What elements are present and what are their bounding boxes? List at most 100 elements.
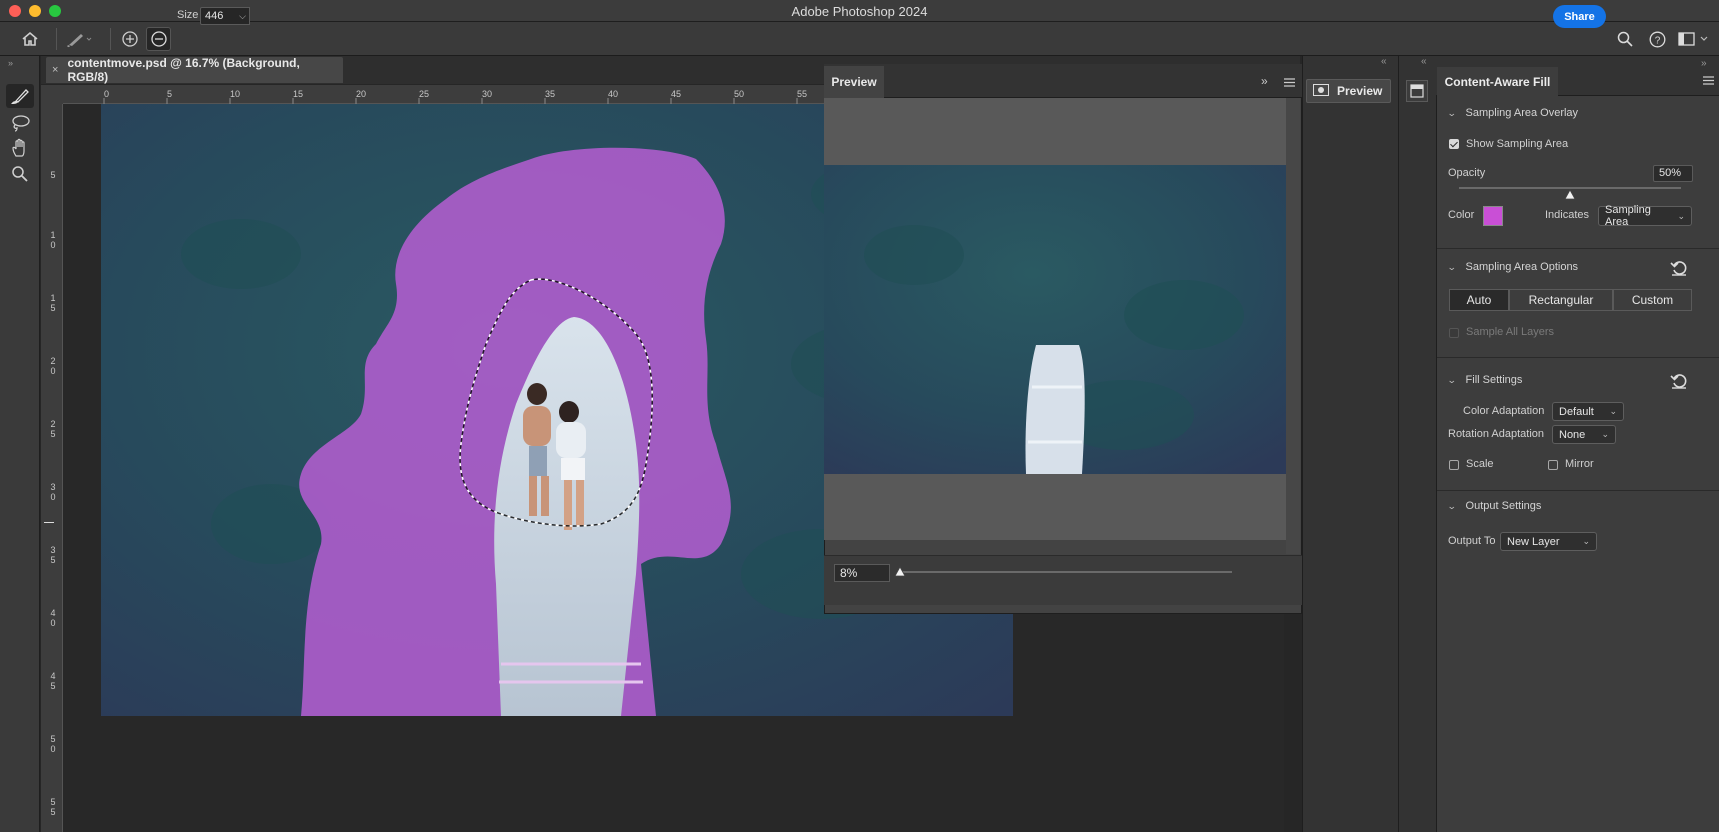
overlay-color-swatch[interactable] <box>1483 206 1503 226</box>
app-title: Adobe Photoshop 2024 <box>791 4 928 19</box>
ruler-marker <box>44 522 54 523</box>
svg-text:?: ? <box>1654 35 1660 46</box>
preview-scrollbar[interactable] <box>1286 98 1300 554</box>
divider <box>1437 357 1719 358</box>
section-sampling-overlay[interactable]: ⌄ Sampling Area Overlay <box>1446 107 1579 119</box>
collapse-panel-icon[interactable]: » <box>1261 74 1268 88</box>
expand-dock-icon[interactable]: « <box>1381 56 1387 67</box>
expand-dock-icon[interactable]: « <box>1421 56 1427 67</box>
preview-image <box>824 165 1286 474</box>
ruler-label: 55 <box>797 89 808 99</box>
preview-dock-button[interactable]: Preview <box>1306 79 1391 103</box>
scale-label: Scale <box>1466 458 1494 470</box>
horizontal-ruler[interactable]: 0 5 10 15 20 25 30 35 40 45 50 55 <box>63 85 824 104</box>
preview-zoom-bar <box>824 555 1302 605</box>
sampling-mode-auto[interactable]: Auto <box>1449 289 1509 311</box>
ruler-label: 25 <box>50 419 56 439</box>
properties-panel-icon[interactable] <box>1406 80 1428 102</box>
section-title: Sampling Area Overlay <box>1465 107 1579 119</box>
chevron-down-icon[interactable]: ⌵ <box>236 7 250 25</box>
preview-icon <box>1313 83 1329 99</box>
ruler-label: 20 <box>50 356 56 376</box>
ruler-label: 0 <box>104 89 110 99</box>
color-label: Color <box>1448 209 1475 221</box>
divider <box>1437 248 1719 249</box>
section-title: Sampling Area Options <box>1465 261 1579 273</box>
opacity-slider-thumb[interactable] <box>1564 189 1576 200</box>
expand-panel-icon[interactable]: » <box>8 58 13 68</box>
panel-menu-icon[interactable] <box>1284 76 1295 87</box>
collapse-panel-icon[interactable]: » <box>1701 58 1707 69</box>
reset-icon[interactable] <box>1670 372 1688 390</box>
preview-dock-label: Preview <box>1337 84 1383 98</box>
lasso-tool-icon[interactable] <box>6 111 34 135</box>
chevron-down-icon: ⌄ <box>1677 210 1685 221</box>
section-sampling-options[interactable]: ⌄ Sampling Area Options <box>1446 261 1579 273</box>
size-label: Size <box>177 9 199 21</box>
chevron-down-icon: ⌄ <box>1446 374 1457 385</box>
workspace-icon[interactable] <box>1677 29 1711 49</box>
sample-all-layers-checkbox[interactable] <box>1449 328 1459 338</box>
document-tab-title: contentmove.psd @ 16.7% (Background, RGB… <box>67 56 300 84</box>
panel-menu-icon[interactable] <box>1703 74 1714 85</box>
size-input[interactable]: 446 <box>200 7 238 25</box>
rotation-adaptation-label: Rotation Adaptation <box>1448 428 1545 440</box>
ruler-label: 10 <box>50 230 56 250</box>
zoom-slider-thumb[interactable] <box>894 566 906 577</box>
opacity-input[interactable]: 50% <box>1653 165 1693 182</box>
section-title: Fill Settings <box>1465 374 1523 386</box>
content-aware-fill-tab[interactable]: Content-Aware Fill <box>1437 67 1558 96</box>
scale-checkbox[interactable] <box>1449 460 1459 470</box>
show-sampling-area-label: Show Sampling Area <box>1466 138 1569 150</box>
ruler-label: 25 <box>419 89 430 99</box>
vertical-ruler[interactable]: 5 10 15 20 25 30 35 40 45 50 55 <box>41 104 63 832</box>
sampling-mode-custom[interactable]: Custom <box>1613 289 1692 311</box>
ruler-label: 40 <box>608 89 619 99</box>
output-to-label: Output To <box>1448 535 1496 547</box>
subtract-mode-icon[interactable] <box>146 27 171 51</box>
ruler-label: 30 <box>482 89 493 99</box>
sampling-mode-rectangular[interactable]: Rectangular <box>1509 289 1613 311</box>
sample-all-layers-label: Sample All Layers <box>1466 326 1555 338</box>
rotation-adaptation-select[interactable]: None ⌄ <box>1552 425 1616 444</box>
mirror-label: Mirror <box>1565 458 1594 470</box>
color-adaptation-select[interactable]: Default ⌄ <box>1552 402 1624 421</box>
chevron-down-icon: ⌄ <box>1582 536 1590 546</box>
zoom-tool-icon[interactable] <box>6 162 34 186</box>
ruler-label: 40 <box>50 608 56 628</box>
chevron-down-icon: ⌄ <box>1446 261 1457 272</box>
zoom-input[interactable]: 8% <box>834 564 890 582</box>
help-icon[interactable]: ? <box>1647 29 1667 49</box>
sampling-brush-tool-icon[interactable] <box>6 84 34 108</box>
ruler-label: 35 <box>50 545 56 565</box>
search-icon[interactable] <box>1615 29 1635 49</box>
show-sampling-area-checkbox[interactable] <box>1449 139 1459 149</box>
add-mode-icon[interactable] <box>119 29 141 49</box>
divider <box>110 28 111 50</box>
icon-dock <box>1398 56 1436 832</box>
chevron-down-icon: ⌄ <box>1609 406 1617 416</box>
ruler-label: 15 <box>293 89 304 99</box>
section-title: Output Settings <box>1465 500 1542 512</box>
ruler-label: 35 <box>545 89 556 99</box>
chevron-down-icon: ⌄ <box>1446 107 1457 118</box>
chevron-down-icon: ⌄ <box>1601 429 1609 439</box>
preview-tab[interactable]: Preview <box>824 66 884 98</box>
ruler-origin[interactable] <box>41 85 63 104</box>
home-icon[interactable] <box>17 29 43 49</box>
output-to-select[interactable]: New Layer ⌄ <box>1500 532 1597 551</box>
options-bar <box>0 22 1719 56</box>
brush-preset-icon[interactable] <box>62 28 96 50</box>
mirror-checkbox[interactable] <box>1548 460 1558 470</box>
indicates-select[interactable]: Sampling Area ⌄ <box>1598 204 1692 228</box>
zoom-slider[interactable] <box>900 571 1232 573</box>
share-button[interactable]: Share <box>1553 5 1606 28</box>
close-tab-icon[interactable]: × <box>52 64 58 76</box>
preview-panel-header <box>824 64 1302 98</box>
section-output-settings[interactable]: ⌄ Output Settings <box>1447 500 1542 512</box>
section-fill-settings[interactable]: ⌄ Fill Settings <box>1446 374 1523 386</box>
document-tab[interactable]: × contentmove.psd @ 16.7% (Background, R… <box>46 56 343 84</box>
rotation-adaptation-value: None <box>1559 428 1586 441</box>
hand-tool-icon[interactable] <box>6 136 34 160</box>
reset-icon[interactable] <box>1670 259 1688 277</box>
